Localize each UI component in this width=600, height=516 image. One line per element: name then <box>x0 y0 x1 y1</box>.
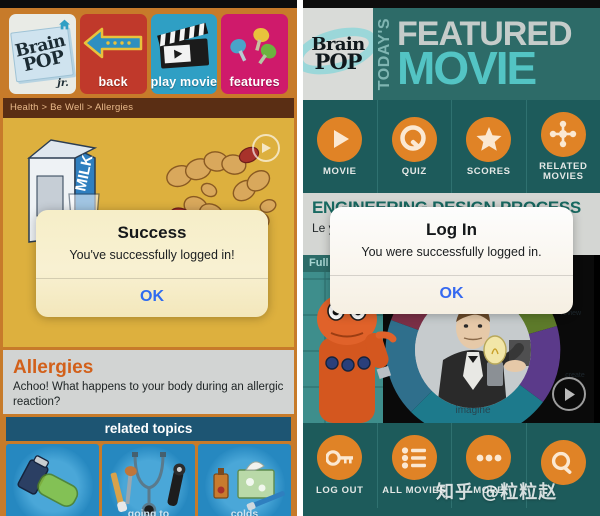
svg-text:imagine: imagine <box>455 405 490 416</box>
bp-nav-label: QUIZ <box>401 165 427 177</box>
bp-nav-related-movies[interactable]: RELATED MOVIES <box>527 100 600 193</box>
bp-title-block: TODAY'S FEATURED MOVIE <box>373 8 600 100</box>
jr-features-label: features <box>229 75 280 89</box>
bp-nav-label: MOVIE <box>322 165 357 177</box>
bp-primary-nav: MOVIE QUIZ SCORES RELATED MOVIES <box>303 100 600 193</box>
related-topic-going-to-the-doctor[interactable]: going to the doctor <box>102 444 195 516</box>
related-topic-colds-and-flu[interactable]: colds and flu <box>198 444 291 516</box>
topic-description: Achoo! What happens to your body during … <box>13 381 284 408</box>
alert-ok-button[interactable]: OK <box>330 276 573 314</box>
pushpins-icon <box>221 22 288 68</box>
clapperboard-icon <box>154 22 213 77</box>
bp-kicker: TODAY'S <box>376 17 393 91</box>
quiz-q-icon <box>391 116 437 162</box>
related-topic-label: going to the doctor <box>127 507 170 516</box>
watermark: 知乎 @粒粒赵 <box>436 482 558 503</box>
play-circle-icon[interactable] <box>252 134 280 162</box>
list-icon <box>391 435 437 481</box>
brainpop-logo[interactable]: Brain POP <box>303 8 373 100</box>
status-bar <box>0 0 297 8</box>
star-icon <box>466 116 512 162</box>
bp-title-movie: MOVIE <box>397 41 537 94</box>
network-nodes-icon <box>540 111 586 157</box>
success-alert-dialog: Success You've successfully logged in! O… <box>36 210 268 317</box>
bp-footer-label: LOG OUT <box>316 485 364 497</box>
screenshot-root: Brain POP jr. back play movie features H… <box>0 0 600 516</box>
jr-back-button[interactable]: back <box>79 14 147 94</box>
ellipsis-icon <box>466 435 512 481</box>
key-icon <box>317 435 363 481</box>
bp-nav-quiz[interactable]: QUIZ <box>378 100 452 193</box>
bp-nav-scores[interactable]: SCORES <box>452 100 527 193</box>
tissues-medicine-icon <box>198 452 291 514</box>
inhaler-icon <box>6 452 99 512</box>
alert-message: You've successfully logged in! <box>69 248 235 262</box>
bp-header: Brain POP TODAY'S FEATURED MOVIE <box>303 8 600 100</box>
jr-play-movie-label: play movie <box>150 75 218 89</box>
bp-footer-log-out[interactable]: LOG OUT <box>303 423 378 508</box>
jr-play-movie-button[interactable]: play movie <box>150 14 218 94</box>
bp-logo-line2: POP <box>314 48 363 74</box>
bp-nav-label: RELATED MOVIES <box>539 160 588 182</box>
alert-title: Log In <box>426 220 477 239</box>
alert-title: Success <box>117 223 187 242</box>
topic-description-card: Allergies Achoo! What happens to your bo… <box>3 350 294 414</box>
alert-ok-button[interactable]: OK <box>36 279 268 317</box>
related-topic-asthma[interactable]: asthma <box>6 444 99 516</box>
play-circle-icon[interactable] <box>552 377 586 411</box>
bp-nav-movie[interactable]: MOVIE <box>303 100 378 193</box>
play-icon <box>317 116 363 162</box>
bp-nav-label: SCORES <box>466 165 511 177</box>
status-bar <box>303 0 600 8</box>
page-title: Allergies <box>13 357 94 378</box>
jr-top-nav: Brain POP jr. back play movie features <box>3 8 294 98</box>
breadcrumb[interactable]: Health > Be Well > Allergies <box>3 98 294 118</box>
stethoscope-icon <box>102 452 195 516</box>
related-topics-heading: related topics <box>6 417 291 441</box>
home-icon <box>58 18 71 36</box>
alert-message: You were successfully logged in. <box>361 245 542 259</box>
related-topic-label: colds and flu <box>230 507 259 516</box>
login-alert-dialog: Log In You were successfully logged in. … <box>330 207 573 314</box>
related-topics-row: asthma <box>3 441 294 516</box>
left-arrow-icon <box>80 26 147 60</box>
jr-features-button[interactable]: features <box>221 14 288 94</box>
jr-back-label: back <box>98 75 128 89</box>
jr-home-logo-button[interactable]: Brain POP jr. <box>9 14 76 94</box>
jr-logo-suffix: jr. <box>57 78 69 89</box>
